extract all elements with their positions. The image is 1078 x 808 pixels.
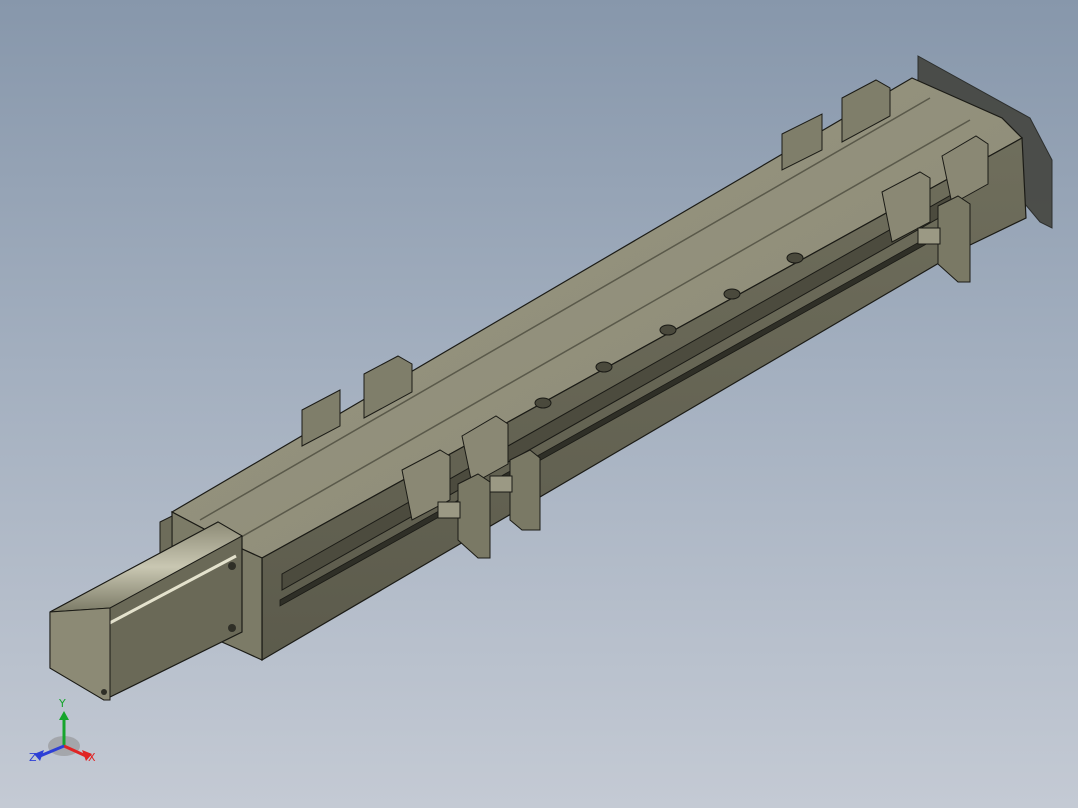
actuator-body[interactable] bbox=[159, 77, 1027, 662]
axis-label-x: X bbox=[88, 751, 96, 764]
coordinate-triad: Y X Z bbox=[26, 696, 102, 768]
linear-actuator-model[interactable] bbox=[0, 0, 1078, 808]
3d-viewport[interactable]: Y X Z bbox=[0, 0, 1078, 808]
axis-label-z: Z bbox=[29, 751, 37, 764]
actuator-rod[interactable] bbox=[49, 521, 244, 701]
axis-label-y: Y bbox=[59, 697, 66, 710]
